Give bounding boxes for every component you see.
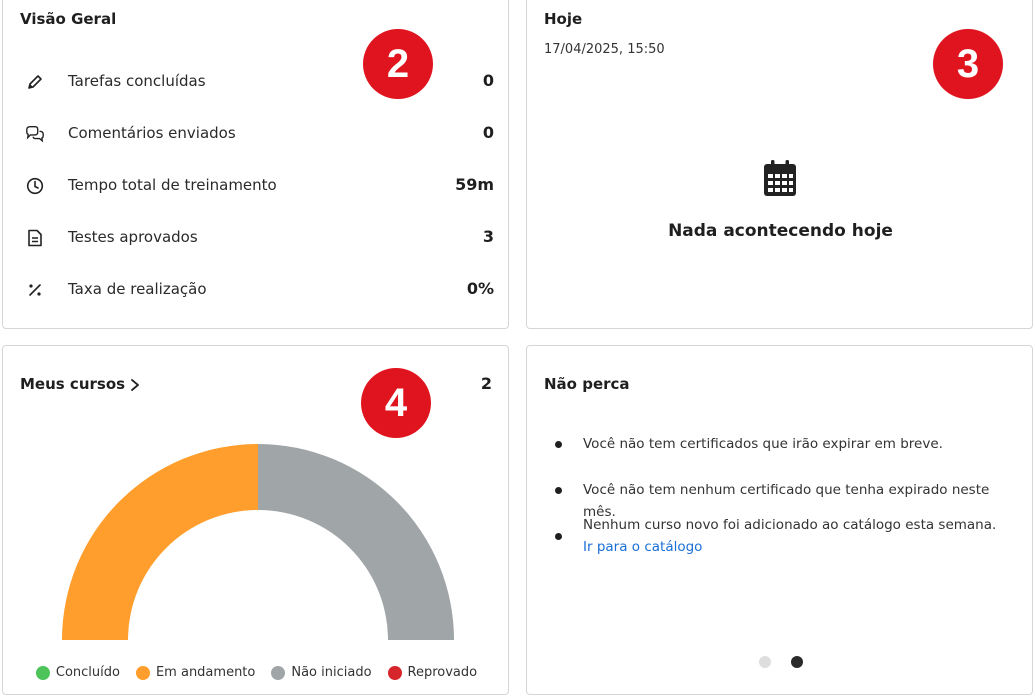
dont-miss-title: Não perca bbox=[544, 375, 630, 393]
today-datetime: 17/04/2025, 15:50 bbox=[544, 42, 665, 57]
calendar-icon bbox=[763, 159, 797, 197]
stat-value: 3 bbox=[482, 227, 494, 246]
legend-dot bbox=[35, 665, 50, 680]
bullet-dot bbox=[555, 487, 562, 494]
legend-dot bbox=[135, 665, 150, 680]
stat-value: 0 bbox=[482, 71, 494, 90]
legend-item-reprovado[interactable]: Reprovado bbox=[387, 665, 478, 680]
pager-dot-1[interactable] bbox=[759, 656, 771, 668]
stat-row-completion-rate: Taxa de realização 0% bbox=[3, 274, 510, 304]
stat-value: 59m bbox=[455, 175, 494, 194]
catalog-link[interactable]: Ir para o catálogo bbox=[583, 539, 702, 555]
courses-card: Meus cursos 2 4 Concluído Em andamento N… bbox=[2, 345, 509, 695]
stat-row-comments: Comentários enviados 0 bbox=[3, 118, 510, 148]
carousel-pager bbox=[759, 656, 803, 668]
percent-icon bbox=[25, 280, 45, 300]
list-item-text-main: Nenhum curso novo foi adicionado ao catá… bbox=[583, 517, 997, 533]
today-card: Hoje 17/04/2025, 15:50 3 Nada acontecend… bbox=[526, 0, 1033, 329]
legend-dot bbox=[271, 665, 286, 680]
legend-label: Em andamento bbox=[155, 665, 256, 680]
stat-label: Comentários enviados bbox=[68, 124, 236, 142]
legend-label: Concluído bbox=[55, 665, 120, 680]
legend-label: Não iniciado bbox=[291, 665, 372, 680]
bullet-dot bbox=[555, 441, 562, 448]
list-item-text: Nenhum curso novo foi adicionado ao catá… bbox=[583, 514, 1003, 558]
annotation-badge-3: 3 bbox=[933, 29, 1003, 99]
annotation-badge-4: 4 bbox=[361, 368, 431, 438]
stat-row-tasks: Tarefas concluídas 0 bbox=[3, 66, 510, 96]
legend-item-concluido[interactable]: Concluído bbox=[35, 665, 120, 680]
stat-label: Testes aprovados bbox=[68, 228, 198, 246]
stat-value: 0 bbox=[482, 123, 494, 142]
chart-legend: Concluído Em andamento Não iniciado Repr… bbox=[3, 665, 510, 680]
dont-miss-card: Não perca Você não tem certificados que … bbox=[526, 345, 1033, 695]
pager-dot-2-active[interactable] bbox=[791, 656, 803, 668]
stat-label: Tempo total de treinamento bbox=[68, 176, 277, 194]
stat-label: Taxa de realização bbox=[68, 280, 207, 298]
stat-value: 0% bbox=[466, 279, 494, 298]
stat-row-training-time: Tempo total de treinamento 59m bbox=[3, 170, 510, 200]
legend-label: Reprovado bbox=[407, 665, 478, 680]
stat-row-tests: Testes aprovados 3 bbox=[3, 222, 510, 252]
chart-segment-não-iniciado[interactable] bbox=[258, 444, 454, 640]
list-item-text: Você não tem certificados que irão expir… bbox=[583, 436, 943, 452]
document-icon bbox=[25, 228, 45, 248]
comments-icon bbox=[25, 124, 45, 144]
bullet-dot bbox=[555, 533, 562, 540]
pencil-icon bbox=[25, 72, 45, 92]
stat-label: Tarefas concluídas bbox=[68, 72, 206, 90]
courses-status-chart bbox=[62, 444, 454, 640]
overview-card: Visão Geral 2 Tarefas concluídas 0 Comen… bbox=[2, 0, 509, 329]
courses-count: 2 bbox=[480, 374, 492, 393]
legend-dot bbox=[387, 665, 402, 680]
courses-title-link[interactable]: Meus cursos bbox=[20, 375, 125, 393]
legend-item-em-andamento[interactable]: Em andamento bbox=[135, 665, 256, 680]
legend-item-nao-iniciado[interactable]: Não iniciado bbox=[271, 665, 372, 680]
overview-title: Visão Geral bbox=[20, 10, 117, 28]
today-title: Hoje bbox=[544, 10, 583, 28]
clock-icon bbox=[25, 176, 45, 196]
chevron-right-icon[interactable] bbox=[129, 377, 141, 391]
chart-segment-em-andamento[interactable] bbox=[62, 444, 258, 640]
today-empty-message: Nada acontecendo hoje bbox=[668, 221, 893, 241]
